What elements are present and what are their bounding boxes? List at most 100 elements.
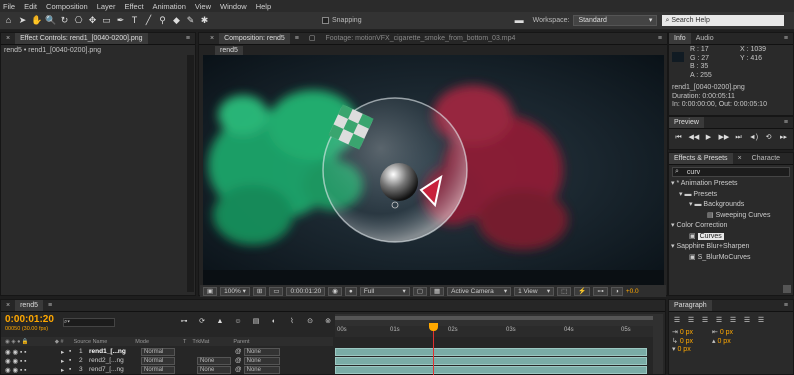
align-center-icon[interactable]: ☰ <box>686 316 696 325</box>
magnification-select[interactable]: 100% ▾ <box>220 286 250 296</box>
column-parent[interactable]: Parent <box>233 339 249 345</box>
justify-center-icon[interactable]: ☰ <box>728 316 738 325</box>
draft-3d-icon[interactable]: ▲ <box>215 317 225 326</box>
justify-right-icon[interactable]: ☰ <box>742 316 752 325</box>
zoom-tool-icon[interactable]: 🔍 <box>45 15 56 26</box>
tree-item-s-blurmocurves[interactable]: ▣ S_BlurMoCurves <box>671 253 793 264</box>
label-color-icon[interactable]: ▪ <box>69 348 79 355</box>
panel-menu-icon[interactable]: ≡ <box>779 33 793 44</box>
frame-blending-icon[interactable]: ▤ <box>251 317 261 326</box>
grid-icon[interactable]: ⊞ <box>252 286 267 296</box>
fast-preview-icon[interactable]: ⚡ <box>574 286 591 296</box>
tree-item-sweeping-curves[interactable]: ▤ Sweeping Curves <box>671 211 793 222</box>
eraser-tool-icon[interactable]: ◆ <box>171 15 182 26</box>
indent-first-field[interactable]: ↳ 0 px <box>672 338 712 347</box>
layer-duration-bar[interactable] <box>335 348 647 356</box>
tab-composition[interactable]: Composition: rend5 <box>219 33 290 44</box>
audio-icon[interactable]: ◄) <box>749 133 759 142</box>
close-icon[interactable]: × <box>1 33 15 44</box>
previous-frame-icon[interactable]: ◀◀ <box>689 133 700 142</box>
space-before-field[interactable]: ▴ 0 px <box>712 338 752 347</box>
panel-menu-icon-2[interactable]: ≡ <box>653 33 667 44</box>
resolution-select[interactable]: Full ▾ <box>359 286 410 296</box>
effects-search-input[interactable]: ⌕ curv <box>672 167 790 177</box>
menu-layer[interactable]: Layer <box>97 2 116 11</box>
tree-item-presets[interactable]: ▾ ▬ Presets <box>671 190 793 201</box>
layer-row[interactable]: ◉ ◉ ▪ ▪ ▸ ▪ 1 rend1_[...ng Normal @ None <box>1 347 333 356</box>
pen-tool-icon[interactable]: ✒ <box>115 15 126 26</box>
eye-icon[interactable]: ◉ ◉ ▪ ▪ <box>5 348 61 356</box>
close-icon[interactable]: × <box>733 153 747 164</box>
layer-name[interactable]: rend2_[...ng <box>89 357 141 364</box>
layer-name[interactable]: rend7_[...ng <box>89 366 141 373</box>
first-frame-icon[interactable]: ⏮ <box>674 133 684 142</box>
tab-paragraph[interactable]: Paragraph <box>669 300 712 311</box>
space-after-field[interactable]: ▾ 0 px <box>672 346 712 355</box>
exposure-icon[interactable]: ◑ <box>610 286 623 296</box>
indent-right-field[interactable]: ⇤ 0 px <box>712 329 752 338</box>
layer-trkmat-select[interactable]: None <box>197 365 231 374</box>
exposure-value[interactable]: +0.0 <box>626 288 639 295</box>
playhead-handle-icon[interactable] <box>429 323 438 331</box>
selection-tool-icon[interactable]: ➤ <box>17 15 28 26</box>
layer-parent-select[interactable]: None <box>243 356 280 365</box>
justify-all-icon[interactable]: ☰ <box>756 316 766 325</box>
tab-effects-presets[interactable]: Effects & Presets <box>669 153 733 164</box>
views-select[interactable]: 1 View ▾ <box>514 286 555 296</box>
hide-shy-icon[interactable]: ☺ <box>233 317 243 326</box>
column-mode[interactable]: Mode <box>135 339 149 345</box>
play-icon[interactable]: ▶ <box>704 133 714 142</box>
tree-item-animation-presets[interactable]: ▾ * Animation Presets <box>671 179 793 190</box>
new-folder-icon[interactable] <box>783 285 791 293</box>
layer-trkmat-select[interactable]: None <box>197 356 231 365</box>
snapping-toggle[interactable]: Snapping <box>322 17 362 24</box>
motion-blur-icon[interactable]: ◐ <box>269 317 279 326</box>
layer-row[interactable]: ◉ ◉ ▪ ▪ ▸ ▪ 2 rend2_[...ng Normal None @… <box>1 356 333 365</box>
align-right-icon[interactable]: ☰ <box>700 316 710 325</box>
tab-footage[interactable]: Footage: motionVFX_cigarette_smoke_from_… <box>321 33 521 44</box>
tree-item-sapphire-blur-sharpen[interactable]: ▾ Sapphire Blur+Sharpen <box>671 242 793 253</box>
scrollbar[interactable] <box>187 55 194 292</box>
timeline-search-input[interactable]: ⌕▾ <box>63 318 115 327</box>
type-tool-icon[interactable]: T <box>129 15 140 26</box>
layer-mode-select[interactable]: Normal <box>141 347 175 356</box>
menu-animation[interactable]: Animation <box>153 2 186 11</box>
layer-mode-select[interactable]: Normal <box>141 356 175 365</box>
tab-preview[interactable]: Preview <box>669 117 704 128</box>
tab-audio[interactable]: Audio <box>691 33 719 44</box>
expand-arrow-icon[interactable]: ▸ <box>61 348 69 356</box>
column-trkmat[interactable]: TrkMat <box>192 339 209 345</box>
parent-pickwhip-icon[interactable]: @ <box>235 366 242 373</box>
tab-effect-controls[interactable]: Effect Controls: rend1_[0040-0200].png <box>15 33 148 44</box>
lock-icon[interactable]: ▢ <box>304 33 321 44</box>
label-color-icon[interactable]: ▪ <box>69 357 79 364</box>
flowchart-icon[interactable]: ⊶ <box>593 286 608 296</box>
clone-tool-icon[interactable]: ⚲ <box>157 15 168 26</box>
parent-pickwhip-icon[interactable]: @ <box>235 348 242 355</box>
workspace-select[interactable]: Standard ▾ <box>573 15 658 26</box>
layer-parent-select[interactable]: None <box>243 347 280 356</box>
tab-character[interactable]: Characte <box>747 153 785 164</box>
roto-brush-icon[interactable]: ✎ <box>185 15 196 26</box>
graph-editor-icon[interactable]: ⌇ <box>287 317 297 326</box>
panel-menu-icon[interactable]: ≡ <box>779 117 793 128</box>
layer-name[interactable]: rend1_[...ng <box>89 348 141 355</box>
column-source-name[interactable]: Source Name <box>74 339 108 345</box>
pan-behind-tool-icon[interactable]: ✥ <box>87 15 98 26</box>
brainstorm-icon[interactable]: ⊙ <box>305 317 315 326</box>
menu-window[interactable]: Window <box>220 2 247 11</box>
transparency-grid-icon[interactable]: ▦ <box>429 286 445 296</box>
auto-keyframe-icon[interactable]: ⊚ <box>323 317 333 326</box>
eye-icon[interactable]: ◉ ◉ ▪ ▪ <box>5 357 61 365</box>
panel-menu-icon[interactable]: ≡ <box>779 300 793 311</box>
region-icon[interactable]: ▢ <box>412 286 427 296</box>
panel-menu-icon[interactable]: ≡ <box>290 33 304 44</box>
column-t[interactable]: T <box>183 339 186 345</box>
justify-left-icon[interactable]: ☰ <box>714 316 724 325</box>
menu-composition[interactable]: Composition <box>46 2 88 11</box>
composition-viewer[interactable] <box>203 55 664 285</box>
eye-icon[interactable]: ◉ ◉ ▪ ▪ <box>5 366 61 374</box>
camera-select[interactable]: Active Camera ▾ <box>447 286 512 296</box>
layer-row[interactable]: ◉ ◉ ▪ ▪ ▸ ▪ 3 rend7_[...ng Normal None @… <box>1 365 333 374</box>
timeline-timecode[interactable]: 0:00:01:20 <box>5 314 54 325</box>
